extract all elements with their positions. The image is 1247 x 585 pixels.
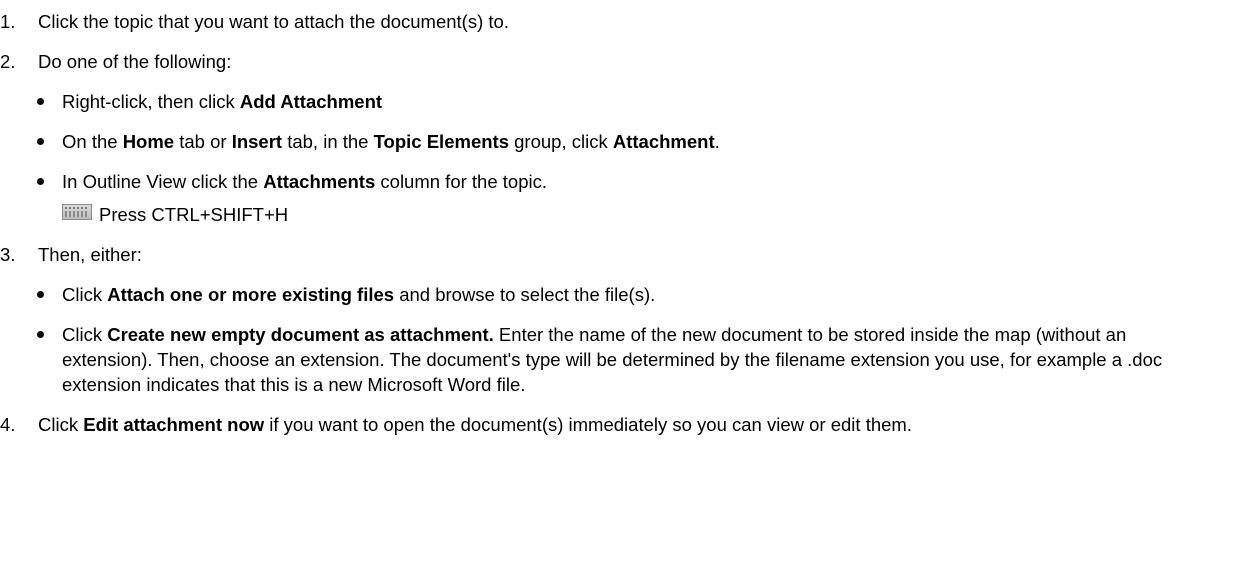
- step-number: 3.: [0, 244, 16, 265]
- item-text: Click: [62, 324, 108, 345]
- item-text: tab, in the: [282, 131, 374, 152]
- command-name: Attachment: [612, 131, 715, 152]
- item-text: .: [714, 131, 720, 152]
- shortcut-text: Press CTRL+SHIFT+H: [99, 204, 289, 225]
- tab-name: Insert: [231, 131, 283, 152]
- bullet-icon: [37, 178, 44, 185]
- option-name: Edit attachment now: [83, 414, 265, 435]
- step-3: 3. Then, either:: [0, 242, 1230, 267]
- step-1: 1. Click the topic that you want to atta…: [0, 9, 1230, 34]
- bullet-icon: [37, 291, 44, 298]
- command-name: Add Attachment: [239, 91, 383, 112]
- item-text: In Outline View click the: [62, 171, 264, 192]
- list-item: Click Create new empty document as attac…: [0, 322, 1197, 397]
- step-text: if you want to open the document(s) imme…: [264, 414, 912, 435]
- step-number: 4.: [0, 414, 16, 435]
- item-text: group, click: [508, 131, 613, 152]
- keyboard-shortcut: Press CTRL+SHIFT+H: [62, 202, 1230, 227]
- option-name: Create new empty document as attachment.: [107, 324, 494, 345]
- item-text: Click: [62, 284, 108, 305]
- step-number: 2.: [0, 51, 16, 72]
- group-name: Topic Elements: [373, 131, 509, 152]
- instructions-document: 1. Click the topic that you want to atta…: [0, 9, 1230, 452]
- step-text: Then, either:: [38, 244, 142, 265]
- step-2-options: Right-click, then click Add Attachment O…: [0, 89, 1230, 227]
- bullet-icon: [37, 331, 44, 338]
- keyboard-icon: [62, 204, 92, 220]
- step-4: 4. Click Edit attachment now if you want…: [0, 412, 1173, 437]
- item-text: On the: [62, 131, 123, 152]
- step-number: 1.: [0, 11, 16, 32]
- step-2: 2. Do one of the following:: [0, 49, 1230, 74]
- bullet-icon: [37, 138, 44, 145]
- list-item: In Outline View click the Attachments co…: [0, 169, 1230, 227]
- step-3-options: Click Attach one or more existing files …: [0, 282, 1230, 397]
- option-name: Attach one or more existing files: [107, 284, 395, 305]
- step-text: Click: [38, 414, 84, 435]
- list-item: Right-click, then click Add Attachment: [0, 89, 1230, 114]
- list-item: On the Home tab or Insert tab, in the To…: [0, 129, 1230, 154]
- list-item: Click Attach one or more existing files …: [0, 282, 1230, 307]
- bullet-icon: [37, 98, 44, 105]
- item-text: and browse to select the file(s).: [394, 284, 656, 305]
- item-text: column for the topic.: [375, 171, 547, 192]
- item-text: tab or: [174, 131, 232, 152]
- item-text: Right-click, then click: [62, 91, 240, 112]
- step-text: Do one of the following:: [38, 51, 232, 72]
- tab-name: Home: [122, 131, 175, 152]
- step-text: Click the topic that you want to attach …: [38, 11, 509, 32]
- column-name: Attachments: [263, 171, 376, 192]
